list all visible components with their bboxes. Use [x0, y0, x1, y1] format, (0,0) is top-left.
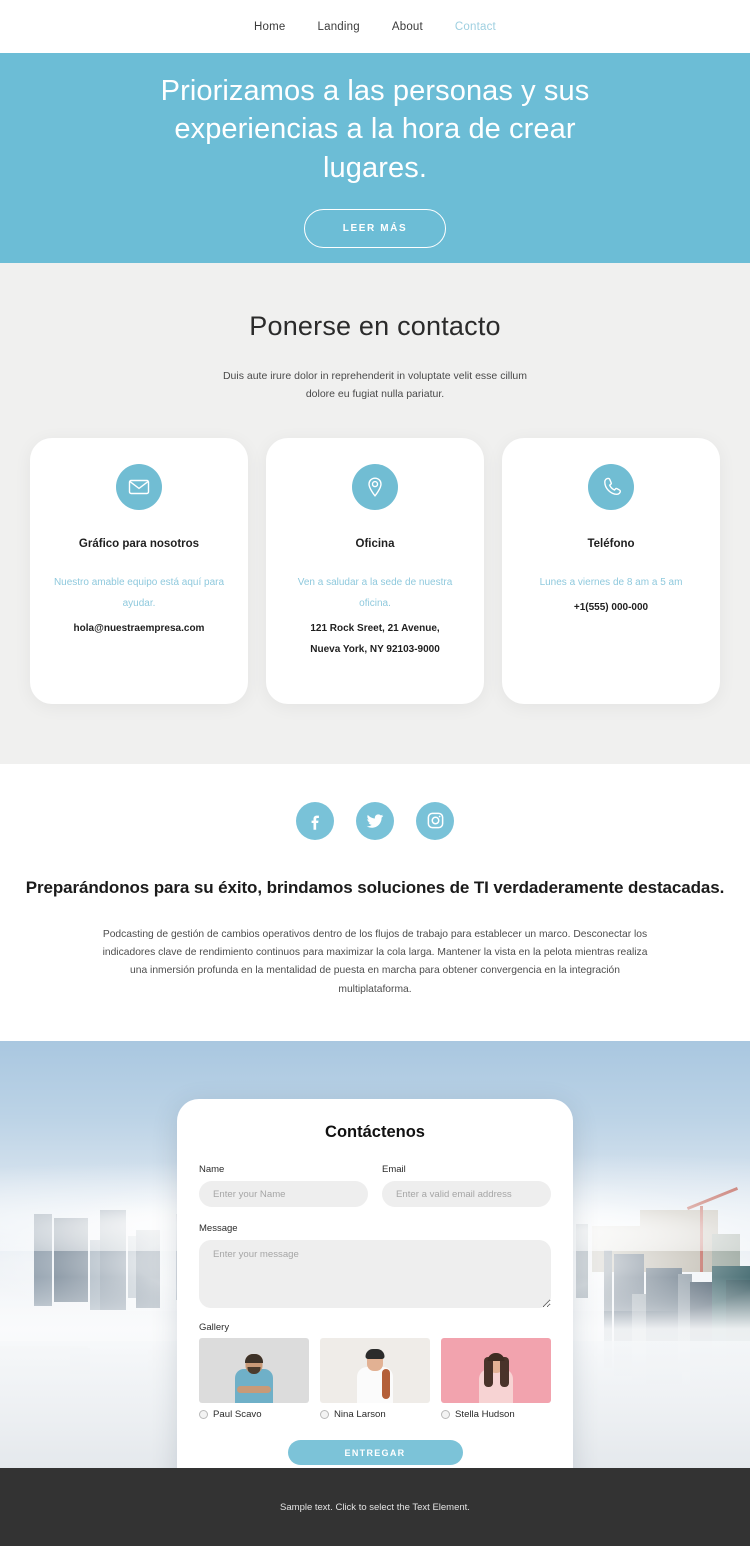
gallery-name: Stella Hudson: [455, 1409, 515, 1420]
gallery-name: Paul Scavo: [213, 1409, 262, 1420]
hero-title: Priorizamos a las personas y sus experie…: [160, 75, 590, 184]
contact-form-card: Contáctenos Name Email Message Gallery: [177, 1099, 573, 1468]
envelope-icon: [116, 463, 162, 510]
name-input[interactable]: [199, 1181, 368, 1207]
person-photo-stella-hudson[interactable]: [441, 1338, 551, 1403]
hero-read-more-button[interactable]: LEER MÁS: [303, 208, 447, 248]
form-row-name-email: Name Email: [199, 1164, 551, 1207]
contact-card-title: Oficina: [355, 537, 395, 550]
nav-link-landing[interactable]: Landing: [318, 21, 360, 33]
contact-card-title: Gráfico para nosotros: [78, 537, 200, 550]
contact-section: Ponerse en contacto Duis aute irure dolo…: [0, 263, 750, 764]
contact-form-section: Contáctenos Name Email Message Gallery: [0, 1041, 750, 1468]
contact-section-subtitle: Duis aute irure dolor in reprehenderit i…: [222, 370, 528, 401]
main-navigation: Home Landing About Contact: [254, 21, 496, 33]
contact-cards: Gráfico para nosotros Nuestro amable equ…: [0, 437, 750, 704]
nav-link-home[interactable]: Home: [254, 21, 285, 33]
contact-section-title: Ponerse en contacto: [249, 311, 501, 341]
gallery-options: Paul Scavo Nina Larson Stella Hudson: [199, 1338, 551, 1420]
contact-card-description: Lunes a viernes de 8 am a 5 am: [539, 576, 683, 588]
field-message: Message: [199, 1223, 551, 1308]
gallery-label: Gallery: [199, 1322, 230, 1333]
message-label: Message: [199, 1223, 238, 1234]
nav-link-about[interactable]: About: [392, 21, 423, 33]
person-photo-nina-larson[interactable]: [320, 1338, 430, 1403]
site-footer: Sample text. Click to select the Text El…: [0, 1468, 750, 1546]
message-textarea[interactable]: [199, 1240, 551, 1308]
gallery-radio-stella-hudson[interactable]: [441, 1410, 450, 1419]
person-photo-paul-scavo[interactable]: [199, 1338, 309, 1403]
gallery-caption[interactable]: Stella Hudson: [441, 1409, 551, 1420]
contact-card-title: Teléfono: [587, 537, 635, 550]
footer-text[interactable]: Sample text. Click to select the Text El…: [280, 1502, 470, 1513]
gallery-item[interactable]: Paul Scavo: [199, 1338, 309, 1420]
gallery-radio-paul-scavo[interactable]: [199, 1410, 208, 1419]
email-input[interactable]: [382, 1181, 551, 1207]
gallery-item[interactable]: Stella Hudson: [441, 1338, 551, 1420]
contact-card-description: Ven a saludar a la sede de nuestra ofici…: [297, 576, 453, 609]
twitter-icon[interactable]: [356, 801, 394, 840]
social-links: [0, 801, 750, 840]
name-label: Name: [199, 1164, 225, 1175]
gallery-name: Nina Larson: [334, 1409, 386, 1420]
about-section: Preparándonos para su éxito, brindamos s…: [0, 763, 750, 1041]
about-title: Preparándonos para su éxito, brindamos s…: [25, 877, 725, 897]
contact-card-office[interactable]: Oficina Ven a saludar a la sede de nuest…: [266, 437, 484, 704]
submit-button[interactable]: ENTREGAR: [287, 1440, 463, 1465]
gallery-radio-nina-larson[interactable]: [320, 1410, 329, 1419]
contact-card-email[interactable]: Gráfico para nosotros Nuestro amable equ…: [30, 437, 248, 704]
gallery-item[interactable]: Nina Larson: [320, 1338, 430, 1420]
about-paragraph: Podcasting de gestión de cambios operati…: [102, 928, 648, 995]
field-email: Email: [382, 1164, 551, 1207]
hero-section: Priorizamos a las personas y sus experie…: [0, 53, 750, 263]
map-pin-icon: [352, 463, 398, 510]
contact-card-address-value: 121 Rock Sreet, 21 Avenue, Nueva York, N…: [310, 622, 440, 655]
facebook-icon[interactable]: [296, 801, 334, 840]
contact-card-phone-value[interactable]: +1(555) 000-000: [574, 597, 648, 618]
submit-row: ENTREGAR: [199, 1440, 551, 1465]
gallery-caption[interactable]: Paul Scavo: [199, 1409, 309, 1420]
contact-card-phone[interactable]: Teléfono Lunes a viernes de 8 am a 5 am …: [502, 437, 720, 704]
instagram-icon[interactable]: [416, 801, 454, 840]
site-header: Home Landing About Contact: [0, 0, 750, 53]
email-label: Email: [382, 1164, 406, 1175]
contact-card-description: Nuestro amable equipo está aquí para ayu…: [53, 576, 225, 609]
gallery-caption[interactable]: Nina Larson: [320, 1409, 430, 1420]
phone-icon: [588, 463, 634, 510]
contact-card-email-value[interactable]: hola@nuestraempresa.com: [74, 618, 205, 639]
form-title: Contáctenos: [325, 1123, 425, 1141]
field-name: Name: [199, 1164, 368, 1207]
nav-link-contact[interactable]: Contact: [455, 21, 496, 33]
